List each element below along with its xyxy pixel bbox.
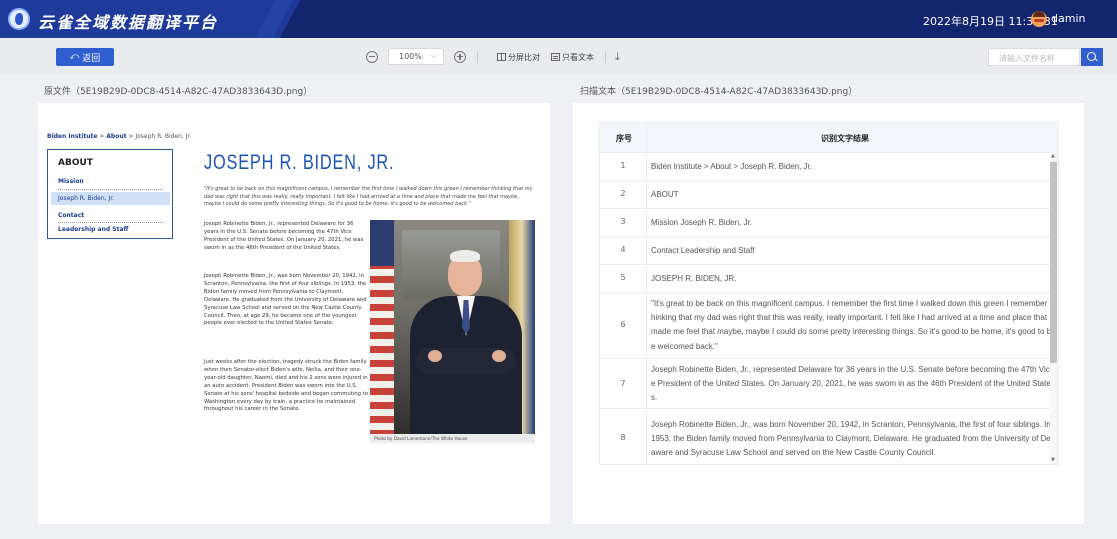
app-title: 云雀全域数据翻译平台 xyxy=(38,13,219,32)
ocr-result-table: 序号 识别文字结果 1 Biden Institute > About > Jo… xyxy=(599,122,1059,465)
back-button-label: 返回 xyxy=(82,53,101,64)
table-row[interactable]: 6 "It's great to be back on this magnifi… xyxy=(600,293,1052,359)
doc-quote: "It's great to be back on this magnifice… xyxy=(204,186,533,207)
doc-nav-item: Contact xyxy=(58,212,85,219)
doc-breadcrumb-2: About xyxy=(106,133,127,140)
toolbar-divider xyxy=(605,51,606,63)
scanned-text-label: 扫描文本（5E19B29D-0DC8-4514-A82C-47AD3833643… xyxy=(580,87,858,97)
search-button[interactable] xyxy=(1081,48,1103,66)
split-view-icon xyxy=(497,53,506,61)
scroll-up-icon[interactable]: ▲ xyxy=(1051,153,1055,159)
chevron-down-icon: ⌵ xyxy=(430,51,437,60)
column-header-text: 识别文字结果 xyxy=(821,134,869,143)
table-row[interactable]: 7 Joseph Robinette Biden, Jr., represent… xyxy=(600,359,1052,409)
back-button[interactable]: ⤺ 返回 xyxy=(56,48,114,66)
search-input[interactable]: 请输入文件名称 xyxy=(988,48,1080,66)
doc-nav-item: Mission xyxy=(58,178,84,185)
doc-paragraph-2: Joseph Robinette Biden, Jr., was born No… xyxy=(204,273,367,327)
split-compare-label: 分屏比对 xyxy=(508,52,540,62)
text-view-icon xyxy=(551,53,560,61)
scrollbar-thumb[interactable] xyxy=(1050,162,1057,363)
search-placeholder: 请输入文件名称 xyxy=(999,54,1055,63)
doc-title: JOSEPH R. BIDEN, JR. xyxy=(204,151,395,174)
doc-nav-box: ABOUT Mission Joseph R. Biden, Jr. Conta… xyxy=(47,149,173,239)
split-compare-button[interactable]: 分屏比对 xyxy=(497,49,540,65)
toolbar-divider xyxy=(477,51,478,63)
original-document-image: Biden Institute > About > Joseph R. Bide… xyxy=(38,103,550,524)
doc-nav-heading: ABOUT xyxy=(58,158,93,168)
doc-paragraph-1: Joseph Robinette Biden, Jr., represented… xyxy=(204,221,364,251)
table-row[interactable]: 4 Contact Leadership and Staff xyxy=(600,237,1052,265)
table-row[interactable]: 2 ABOUT xyxy=(600,181,1052,209)
doc-breadcrumb-1: Biden Institute xyxy=(47,133,98,140)
scroll-down-icon[interactable]: ▼ xyxy=(1051,457,1055,463)
doc-paragraph-3: Just weeks after the election, tragedy s… xyxy=(204,359,368,413)
username[interactable]: damin xyxy=(1051,12,1085,25)
column-header-number: 序号 xyxy=(616,134,632,143)
doc-nav-item: Leadership and Staff xyxy=(58,226,129,233)
app-logo-icon xyxy=(8,8,30,30)
table-header: 序号 识别文字结果 xyxy=(600,123,1058,153)
zoom-out-icon[interactable] xyxy=(366,51,378,63)
photo-caption: Photo by David Lienemann/The White House xyxy=(370,434,535,443)
user-avatar-icon[interactable] xyxy=(1031,11,1047,27)
table-row[interactable]: 5 JOSEPH R. BIDEN, JR. xyxy=(600,265,1052,293)
original-file-label: 原文件（5E19B29D-0DC8-4514-A82C-47AD3833643D… xyxy=(44,87,313,97)
zoom-select[interactable]: 100% ⌵ xyxy=(388,48,444,65)
doc-nav-item-selected: Joseph R. Biden, Jr. xyxy=(51,192,170,205)
zoom-value: 100% xyxy=(399,52,422,61)
doc-breadcrumb-3: Joseph R. Biden, Jr. xyxy=(135,133,192,140)
table-row[interactable]: 3 Mission Joseph R. Biden, Jr. xyxy=(600,209,1052,237)
table-row[interactable]: 8 Joseph Robinette Biden, Jr., was born … xyxy=(600,409,1052,464)
text-only-button[interactable]: 只看文本 xyxy=(551,49,594,65)
zoom-in-icon[interactable] xyxy=(454,51,466,63)
download-icon[interactable]: ⤓ xyxy=(615,50,620,64)
text-only-label: 只看文本 xyxy=(562,52,594,62)
undo-icon: ⤺ xyxy=(69,52,80,62)
portrait-photo xyxy=(370,220,535,434)
table-row[interactable]: 1 Biden Institute > About > Joseph R. Bi… xyxy=(600,153,1052,181)
doc-breadcrumb: Biden Institute > About > Joseph R. Bide… xyxy=(47,133,192,140)
